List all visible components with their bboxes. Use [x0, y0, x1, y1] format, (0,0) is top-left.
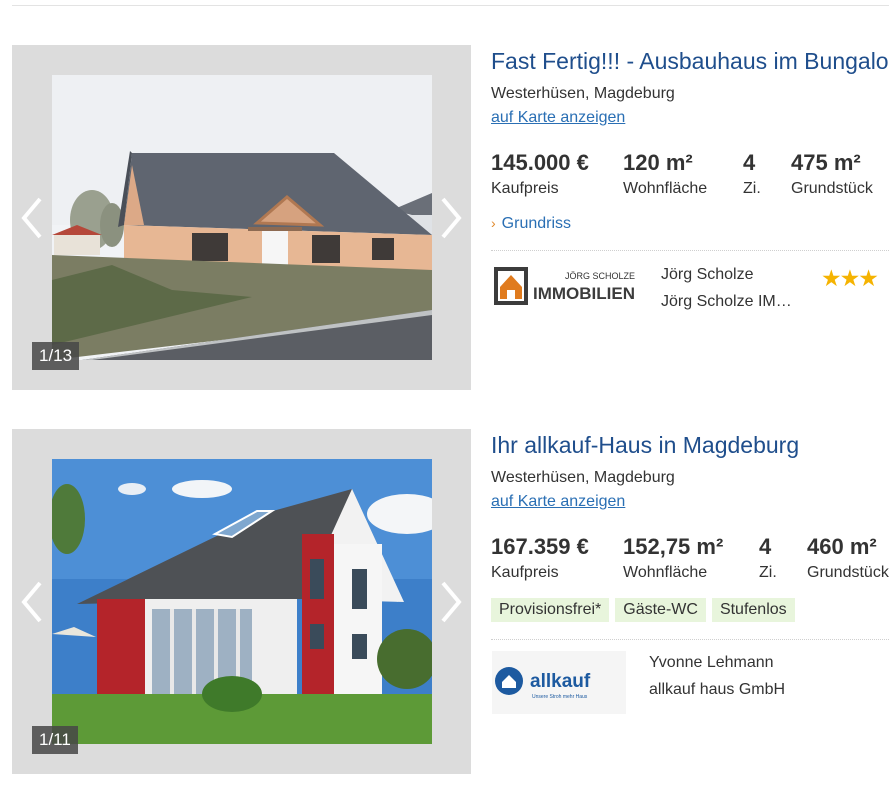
agency-logo[interactable]: allkauf Unsere Stroh mehr Haus	[492, 651, 626, 714]
listing-card: 1/11 Ihr allkauf-Haus in Magdeburg Weste…	[0, 429, 889, 775]
plot-stat: 460 m² Grundstück	[807, 533, 889, 582]
price-stat: 167.359 € Kaufpreis	[491, 533, 589, 582]
prev-image-button[interactable]	[18, 579, 48, 625]
show-on-map-link[interactable]: auf Karte anzeigen	[491, 493, 625, 511]
living-area-stat: 152,75 m² Wohnfläche	[623, 533, 723, 582]
listing-title[interactable]: Ihr allkauf-Haus in Magdeburg	[491, 429, 799, 461]
rooms-stat: 4 Zi.	[759, 533, 777, 582]
feature-tag: Provisionsfrei*	[491, 598, 610, 622]
listing-info: Ihr allkauf-Haus in Magdeburg Westerhüse…	[491, 429, 889, 775]
divider	[491, 639, 889, 640]
price-label: Kaufpreis	[491, 564, 559, 581]
logo-text: allkauf	[530, 671, 591, 692]
living-area-stat: 120 m² Wohnfläche	[623, 149, 707, 198]
rooms-value: 4	[743, 150, 756, 175]
listing-info: Fast Fertig!!! - Ausbauhaus im Bungalo W…	[491, 45, 889, 391]
feature-tags: Provisionsfrei* Gäste-WC Stufenlos	[491, 598, 801, 622]
chevron-right-icon	[441, 581, 462, 623]
living-area-label: Wohnfläche	[623, 180, 708, 197]
rooms-label: Zi.	[743, 180, 761, 197]
chevron-left-icon	[21, 581, 42, 623]
image-counter: 1/13	[32, 342, 80, 370]
image-gallery[interactable]: 1/13	[12, 45, 471, 390]
chevron-right-icon	[441, 197, 462, 239]
living-area-label: Wohnfläche	[623, 564, 708, 581]
feature-tag: Stufenlos	[711, 598, 795, 622]
top-divider	[12, 5, 889, 6]
image-gallery[interactable]: 1/11	[12, 429, 471, 774]
agent-name: Jörg Scholze	[661, 266, 754, 283]
plot-stat: 475 m² Grundstück	[791, 149, 873, 198]
logo-tagline: Unsere Stroh mehr Haus	[532, 694, 588, 700]
logo-top-text: JÖRG SCHOLZE	[565, 271, 635, 281]
price-value: 167.359 €	[491, 534, 589, 559]
price-stat: 145.000 € Kaufpreis	[491, 149, 589, 198]
plot-label: Grundstück	[807, 564, 889, 581]
show-on-map-link[interactable]: auf Karte anzeigen	[491, 109, 625, 127]
listing-location: Westerhüsen, Magdeburg	[491, 469, 675, 486]
logo-bottom-text: IMMOBILIEN	[533, 284, 635, 303]
next-image-button[interactable]	[435, 195, 465, 241]
agent-name: Yvonne Lehmann	[649, 654, 774, 671]
feature-tag: Gäste-WC	[615, 598, 706, 622]
chevron-left-icon	[21, 197, 42, 239]
image-counter: 1/11	[32, 726, 78, 754]
listing-photo[interactable]	[52, 75, 432, 360]
rating-stars: ★★★	[821, 265, 879, 291]
living-area-value: 152,75 m²	[623, 534, 724, 559]
agent-company: allkauf haus GmbH	[649, 681, 786, 698]
plot-label: Grundstück	[791, 180, 873, 197]
agency-logo[interactable]: JÖRG SCHOLZE IMMOBILIEN	[492, 263, 642, 311]
rooms-value: 4	[759, 534, 772, 559]
plot-value: 460 m²	[807, 534, 877, 559]
floorplan-label: Grundriss	[501, 215, 572, 232]
price-label: Kaufpreis	[491, 180, 559, 197]
divider	[491, 250, 889, 251]
living-area-value: 120 m²	[623, 150, 693, 175]
listing-photo[interactable]	[52, 459, 432, 744]
listing-card: 1/13 Fast Fertig!!! - Ausbauhaus im Bung…	[0, 45, 889, 391]
listing-location: Westerhüsen, Magdeburg	[491, 85, 675, 102]
floorplan-link[interactable]: › Grundriss	[491, 215, 571, 233]
listing-title[interactable]: Fast Fertig!!! - Ausbauhaus im Bungalo	[491, 45, 889, 77]
agent-company: Jörg Scholze IM…	[661, 293, 792, 310]
prev-image-button[interactable]	[18, 195, 48, 241]
rooms-stat: 4 Zi.	[743, 149, 761, 198]
plot-value: 475 m²	[791, 150, 861, 175]
rooms-label: Zi.	[759, 564, 777, 581]
chevron-right-icon: ›	[491, 215, 496, 231]
next-image-button[interactable]	[435, 579, 465, 625]
price-value: 145.000 €	[491, 150, 589, 175]
